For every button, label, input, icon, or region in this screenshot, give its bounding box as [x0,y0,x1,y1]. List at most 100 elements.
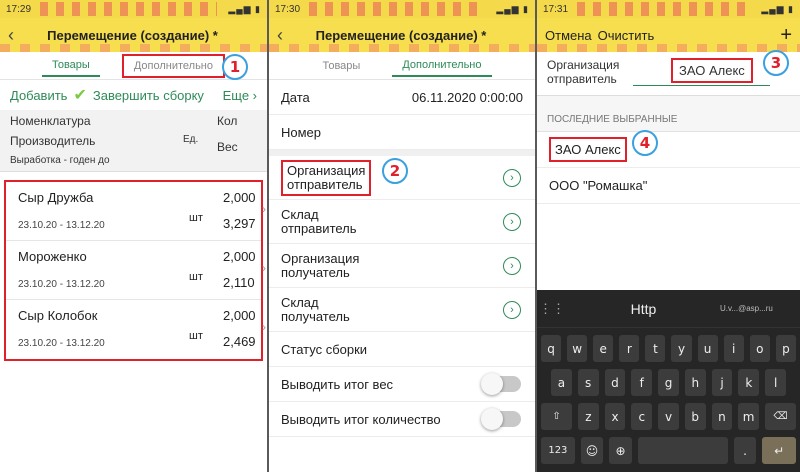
status-icons: ▂▄▆ ▮ [496,3,529,14]
keyboard-row-4: 123 ☺ ⊕ . ↵ [537,437,800,464]
clear-button[interactable]: Очистить [598,28,655,43]
status-time: 17:29 [6,3,32,15]
date-field[interactable]: Дата 06.11.2020 0:00:00 [269,80,535,115]
key[interactable]: k [738,369,760,396]
assembly-status-field[interactable]: Статус сборки [269,332,535,367]
keyboard-menu-icon[interactable]: ⋮⋮ [537,301,567,317]
chevron-right-icon: › [262,261,266,275]
key[interactable]: l [765,369,787,396]
status-icons: ▂▄▆ ▮ [228,3,261,14]
enter-icon[interactable]: ↵ [762,437,796,464]
app-header: ‹ Перемещение (создание) * [0,18,267,52]
spacebar[interactable] [637,437,728,464]
backspace-icon[interactable]: ⌫ [764,403,797,430]
cancel-button[interactable]: Отмена [545,28,592,43]
suggestion-email[interactable]: U.v...@asp...ru [720,304,800,313]
numbers-key[interactable]: 123 [541,437,575,464]
list-item[interactable]: Сыр Колобок 23.10.20 - 13.12.20 шт 2,000… [6,300,266,359]
arrow-right-icon[interactable]: › [503,256,521,275]
key[interactable]: o [749,335,770,362]
back-icon[interactable]: ‹ [8,25,14,46]
recent-item[interactable]: ООО "Ромашка" [537,168,800,204]
app-header: ‹ Перемещение (создание) * [269,18,535,52]
receiver-org-field[interactable]: Организация получатель › [269,244,535,288]
key[interactable]: u [697,335,718,362]
key[interactable]: w [567,335,588,362]
key[interactable]: j [711,369,733,396]
tab-goods[interactable]: Товары [312,56,370,76]
table-header: Номенклатура Производитель Выработка - г… [0,110,267,172]
org-input[interactable]: ЗАО Алекс [671,58,753,83]
date-value: 06.11.2020 0:00:00 [411,89,523,105]
arrow-right-icon[interactable]: › [503,168,521,187]
screen-goods: 17:29 ▂▄▆ ▮ ‹ Перемещение (создание) * Т… [0,0,267,472]
keyboard-row-1: q w e r t y u i o p [537,335,800,362]
chevron-right-icon: › [262,320,266,334]
key[interactable]: g [658,369,679,396]
status-icons: ▂▄▆ ▮ [761,3,794,14]
arrow-right-icon[interactable]: › [503,212,521,231]
col-nomenclature: Номенклатура [10,114,91,128]
status-time: 17:31 [543,3,569,15]
key[interactable]: d [604,369,626,396]
more-button[interactable]: Еще › [223,88,257,103]
period-key[interactable]: . [733,437,757,464]
key[interactable]: f [631,369,653,396]
key[interactable]: q [541,335,562,362]
total-weight-toggle-row: Выводить итог вес [269,367,535,402]
action-bar: Добавить ✔ Завершить сборку Еще › [0,80,267,110]
key[interactable]: x [604,403,626,430]
key[interactable]: a [551,369,572,396]
chevron-right-icon: › [262,202,266,216]
status-bar: 17:31 ▂▄▆ ▮ [537,0,800,18]
receiver-warehouse-field[interactable]: Склад получатель › [269,288,535,332]
key[interactable]: m [738,403,759,430]
org-search-row: Организация отправитель ЗАО Алекс [537,52,800,96]
key[interactable]: h [684,369,706,396]
finish-assembly-button[interactable]: Завершить сборку [93,88,204,103]
col-producer: Производитель [10,134,96,148]
key[interactable]: e [593,335,614,362]
suggestion-http[interactable]: Http [567,301,720,317]
number-field[interactable]: Номер [269,115,535,150]
globe-icon[interactable]: ⊕ [609,437,632,464]
total-weight-toggle[interactable] [481,373,521,395]
sender-warehouse-field[interactable]: Склад отправитель › [269,200,535,244]
keyboard-suggestions: ⋮⋮ Http U.v...@asp...ru [537,290,800,328]
screen-select-org: 17:31 ▂▄▆ ▮ Отмена Очистить + Организаци… [537,0,800,472]
tab-goods[interactable]: Товары [41,55,100,77]
add-button[interactable]: Добавить [10,88,67,103]
status-bar: 17:29 ▂▄▆ ▮ [0,0,267,18]
step-badge: 2 [382,158,408,184]
key[interactable]: t [645,335,666,362]
tab-additional[interactable]: Дополнительно [392,55,492,77]
back-icon[interactable]: ‹ [277,25,283,46]
key[interactable]: s [577,369,599,396]
shift-icon[interactable]: ⇧ [541,403,573,430]
key[interactable]: z [578,403,599,430]
col-output: Выработка - годен до [10,155,110,166]
keyboard-row-2: a s d f g h j k l [537,369,800,396]
key[interactable]: b [684,403,706,430]
org-label: Организация отправитель [547,58,620,86]
total-qty-toggle[interactable] [481,408,521,430]
key[interactable]: r [619,335,640,362]
list-item[interactable]: Мороженко 23.10.20 - 13.12.20 шт 2,000 2… [6,241,266,300]
step-badge: 3 [763,50,789,76]
list-item[interactable]: Сыр Дружба 23.10.20 - 13.12.20 шт 2,000 … [6,182,266,241]
key[interactable]: v [658,403,679,430]
key[interactable]: n [711,403,733,430]
col-qty: Кол [217,114,238,128]
status-time: 17:30 [275,3,301,15]
tab-bar: Товары Дополнительно [269,52,535,80]
tab-additional[interactable]: Дополнительно [121,53,225,78]
keyboard: ⋮⋮ Http U.v...@asp...ru q w e r t y u i … [537,290,800,472]
key[interactable]: i [723,335,744,362]
arrow-right-icon[interactable]: › [503,300,521,319]
key[interactable]: y [671,335,692,362]
recent-item[interactable]: ЗАО Алекс [537,132,800,168]
emoji-icon[interactable]: ☺ [580,437,604,464]
key[interactable]: c [631,403,653,430]
status-bar: 17:30 ▂▄▆ ▮ [269,0,535,18]
key[interactable]: p [775,335,796,362]
